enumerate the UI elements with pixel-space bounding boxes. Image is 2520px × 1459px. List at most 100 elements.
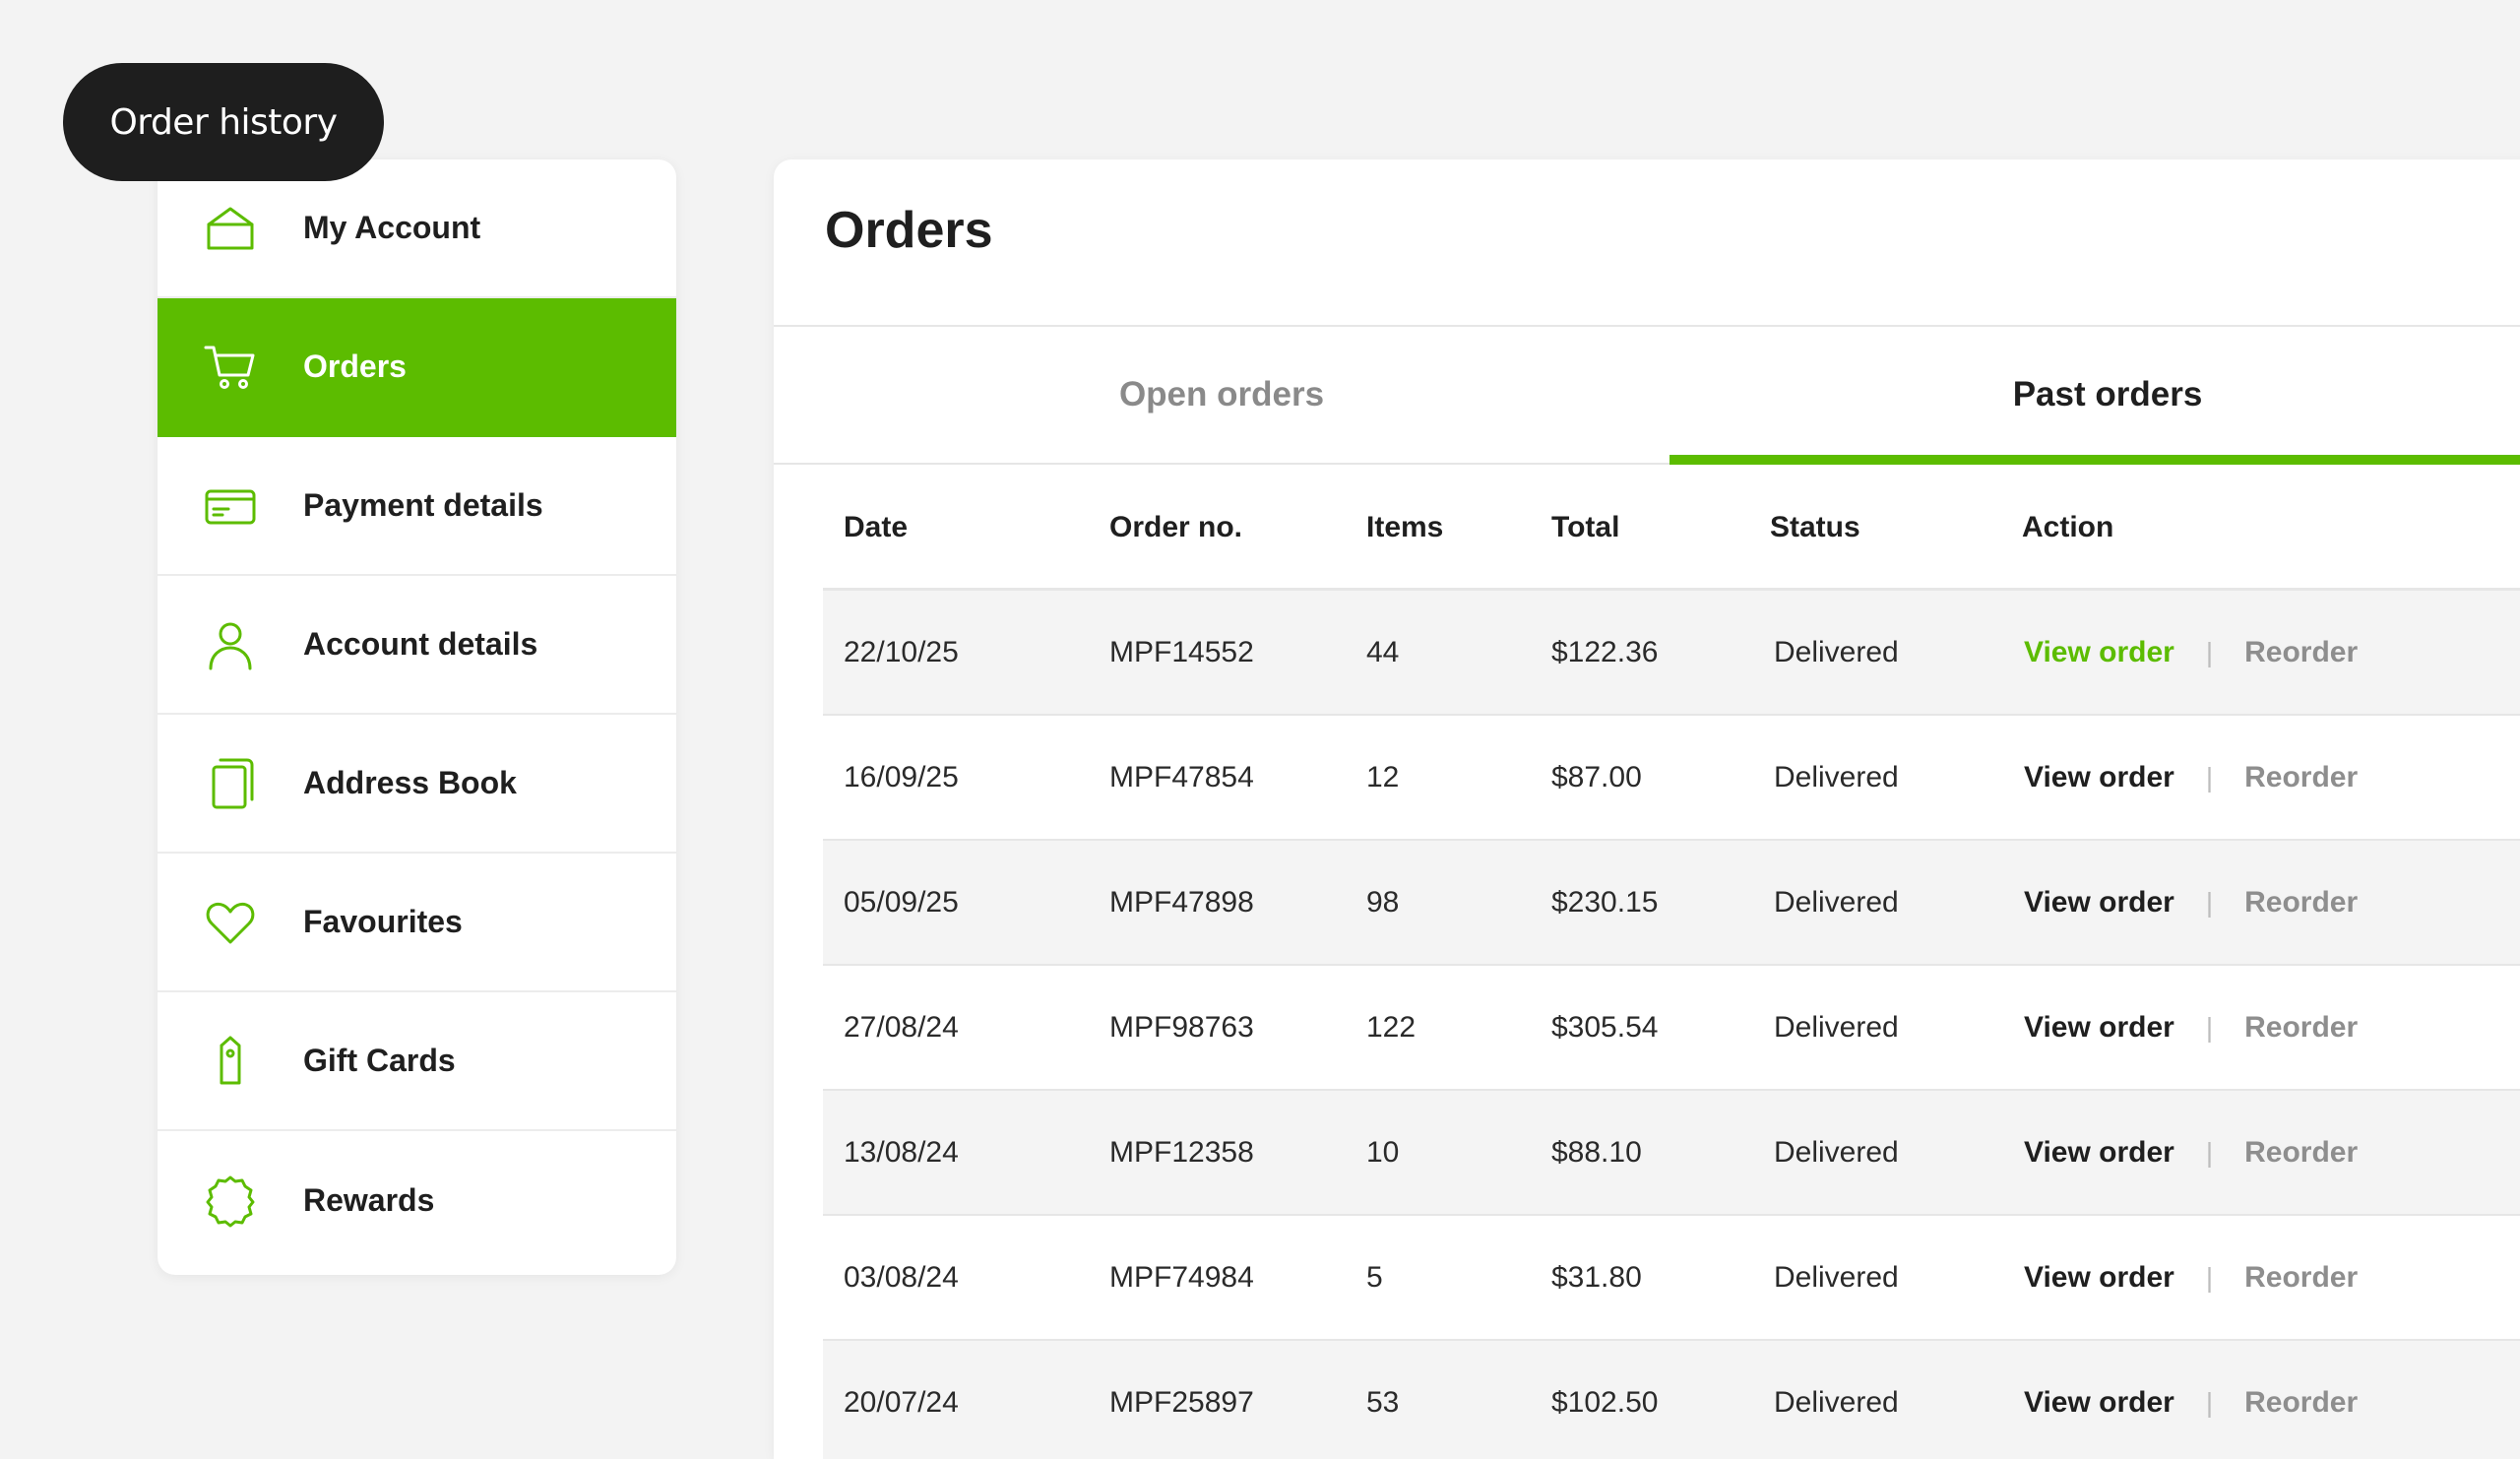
cart-icon: [199, 336, 262, 399]
reorder-link[interactable]: Reorder: [2244, 886, 2358, 920]
view-order-link[interactable]: View order: [2024, 1011, 2174, 1045]
reorder-link[interactable]: Reorder: [2244, 761, 2358, 794]
view-order-link[interactable]: View order: [2024, 1386, 2174, 1420]
badge-icon: [199, 1170, 262, 1233]
tab-past-orders[interactable]: Past orders: [1670, 327, 2520, 465]
cell-order-no: MPF47854: [1109, 760, 1254, 793]
cell-items: 98: [1366, 885, 1400, 919]
sidebar-item-payment-details[interactable]: Payment details: [158, 437, 676, 576]
cell-order-no: MPF98763: [1109, 1010, 1254, 1044]
reorder-link[interactable]: Reorder: [2244, 1011, 2358, 1045]
sidebar-item-label: Payment details: [303, 487, 543, 523]
cell-date: 16/09/25: [844, 760, 959, 793]
cell-action: View order | Reorder: [2024, 1261, 2358, 1295]
header-items: Items: [1366, 510, 1444, 543]
sidebar-item-gift-cards[interactable]: Gift Cards: [158, 992, 676, 1131]
sidebar-item-label: Address Book: [303, 765, 517, 800]
cell-order-no: MPF47898: [1109, 885, 1254, 919]
cell-status: Delivered: [1774, 635, 1899, 668]
action-separator: |: [2205, 1136, 2214, 1168]
cell-total: $102.50: [1551, 1385, 1659, 1419]
cell-total: $31.80: [1551, 1260, 1642, 1294]
table-row: 16/09/25 MPF47854 12 $87.00 Delivered Vi…: [823, 716, 2520, 841]
reorder-link[interactable]: Reorder: [2244, 636, 2358, 669]
action-separator: |: [2205, 886, 2214, 918]
sidebar-item-label: My Account: [303, 210, 481, 245]
credit-card-icon: [199, 475, 262, 538]
cell-total: $122.36: [1551, 635, 1659, 668]
cell-order-no: MPF74984: [1109, 1260, 1254, 1294]
cell-status: Delivered: [1774, 1010, 1899, 1044]
view-order-link[interactable]: View order: [2024, 1261, 2174, 1295]
action-separator: |: [2205, 1386, 2214, 1418]
sidebar-item-favourites[interactable]: Favourites: [158, 854, 676, 992]
reorder-link[interactable]: Reorder: [2244, 1136, 2358, 1170]
order-history-badge-label: Order history: [109, 101, 338, 143]
header-order-no: Order no.: [1109, 510, 1243, 543]
cell-items: 122: [1366, 1010, 1417, 1044]
cell-action: View order | Reorder: [2024, 1136, 2358, 1170]
cell-status: Delivered: [1774, 1260, 1899, 1294]
header-date: Date: [844, 510, 909, 543]
order-history-badge: Order history: [63, 63, 384, 181]
action-separator: |: [2205, 1261, 2214, 1293]
sidebar-item-label: Orders: [303, 349, 407, 384]
cell-items: 12: [1366, 760, 1400, 793]
cell-date: 05/09/25: [844, 885, 959, 919]
cell-status: Delivered: [1774, 1135, 1899, 1169]
header-status: Status: [1770, 510, 1860, 543]
view-order-link[interactable]: View order: [2024, 636, 2174, 669]
cell-items: 5: [1366, 1260, 1383, 1294]
view-order-link[interactable]: View order: [2024, 886, 2174, 920]
orders-header: Orders: [774, 159, 2520, 327]
gift-tag-icon: [199, 1030, 262, 1093]
home-icon: [199, 197, 262, 260]
tab-open-orders[interactable]: Open orders: [774, 327, 1670, 463]
orders-panel: Orders Open orders Past orders Date Orde…: [774, 159, 2520, 1459]
action-separator: |: [2205, 1011, 2214, 1043]
sidebar-item-label: Favourites: [303, 904, 463, 939]
view-order-link[interactable]: View order: [2024, 1136, 2174, 1170]
header-action: Action: [2022, 510, 2114, 543]
cell-total: $87.00: [1551, 760, 1642, 793]
cell-total: $305.54: [1551, 1010, 1659, 1044]
sidebar-item-label: Gift Cards: [303, 1043, 456, 1078]
sidebar-item-address-book[interactable]: Address Book: [158, 715, 676, 854]
cell-action: View order | Reorder: [2024, 1386, 2358, 1420]
header-total: Total: [1551, 510, 1620, 543]
cell-status: Delivered: [1774, 760, 1899, 793]
cell-date: 13/08/24: [844, 1135, 959, 1169]
sidebar-item-label: Account details: [303, 626, 538, 662]
cell-total: $230.15: [1551, 885, 1659, 919]
table-row: 03/08/24 MPF74984 5 $31.80 Delivered Vie…: [823, 1216, 2520, 1341]
reorder-link[interactable]: Reorder: [2244, 1386, 2358, 1420]
cell-status: Delivered: [1774, 1385, 1899, 1419]
action-separator: |: [2205, 761, 2214, 793]
table-row: 20/07/24 MPF25897 53 $102.50 Delivered V…: [823, 1341, 2520, 1459]
cell-date: 27/08/24: [844, 1010, 959, 1044]
user-icon: [199, 613, 262, 676]
cell-order-no: MPF12358: [1109, 1135, 1254, 1169]
cell-date: 20/07/24: [844, 1385, 959, 1419]
page-title: Orders: [825, 201, 993, 259]
table-header: Date Order no. Items Total Status Action: [823, 467, 2520, 591]
cell-order-no: MPF14552: [1109, 635, 1254, 668]
action-separator: |: [2205, 636, 2214, 667]
cell-action: View order | Reorder: [2024, 761, 2358, 794]
view-order-link[interactable]: View order: [2024, 761, 2174, 794]
cell-items: 53: [1366, 1385, 1400, 1419]
orders-table: Date Order no. Items Total Status Action…: [823, 467, 2520, 1459]
sidebar-item-rewards[interactable]: Rewards: [158, 1131, 676, 1270]
account-sidebar: My Account Orders Payment details Accoun…: [158, 159, 676, 1275]
heart-icon: [199, 891, 262, 954]
sidebar-item-account-details[interactable]: Account details: [158, 576, 676, 715]
cell-action: View order | Reorder: [2024, 636, 2358, 669]
table-row: 27/08/24 MPF98763 122 $305.54 Delivered …: [823, 966, 2520, 1091]
cell-items: 10: [1366, 1135, 1400, 1169]
reorder-link[interactable]: Reorder: [2244, 1261, 2358, 1295]
cell-date: 22/10/25: [844, 635, 959, 668]
cell-status: Delivered: [1774, 885, 1899, 919]
sidebar-item-orders[interactable]: Orders: [158, 298, 676, 437]
cell-order-no: MPF25897: [1109, 1385, 1254, 1419]
cell-action: View order | Reorder: [2024, 1011, 2358, 1045]
